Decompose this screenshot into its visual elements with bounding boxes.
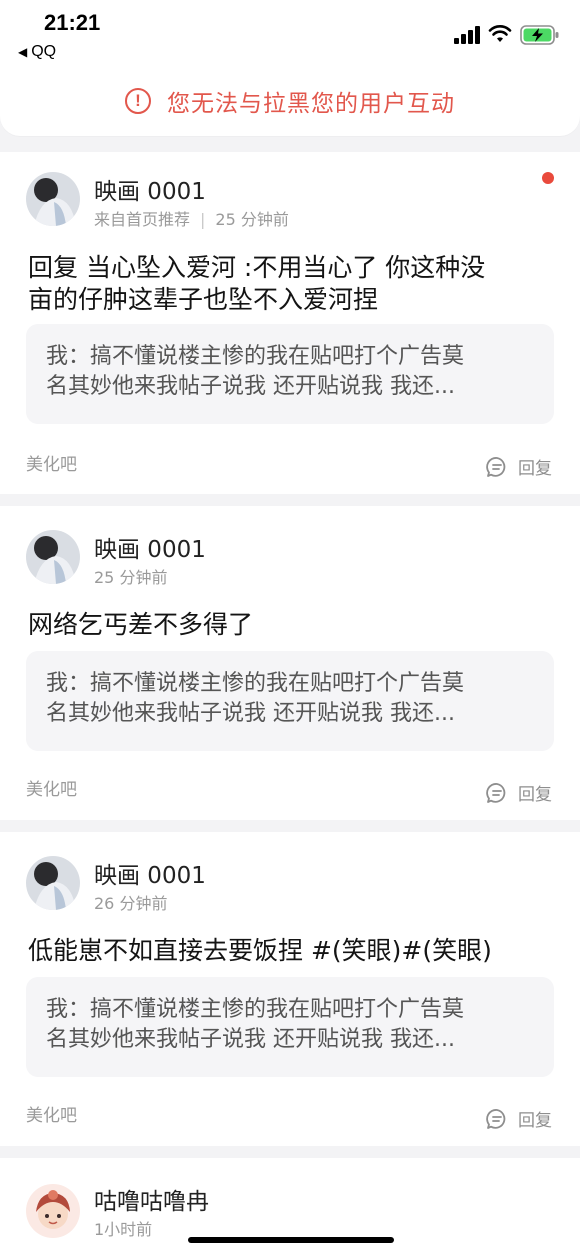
reply-button[interactable]: 回复	[486, 454, 552, 479]
forum-name[interactable]: 美化吧	[26, 1101, 77, 1126]
comment-icon	[486, 1108, 506, 1129]
blocked-user-notice: ! 您无法与拉黑您的用户互动	[0, 66, 580, 136]
notice-text: 您无法与拉黑您的用户互动	[167, 91, 455, 117]
reply-content[interactable]: 回复 当心坠入爱河 :不用当心了 你这种没 亩的仔肿这辈子也坠不入爱河捏	[28, 252, 554, 316]
username[interactable]: 映画 0001	[94, 530, 206, 564]
quote-line: 我：搞不懂说楼主惨的我在贴吧打个广告莫	[46, 997, 465, 1022]
source-label: 来自首页推荐	[94, 210, 191, 229]
timestamp: 25 分钟前	[94, 568, 168, 587]
forum-name[interactable]: 美化吧	[26, 450, 77, 475]
avatar[interactable]	[26, 172, 80, 226]
username[interactable]: 咕噜咕噜冉	[94, 1182, 209, 1216]
post-meta: 25 分钟前	[94, 564, 167, 588]
status-bar: 21:21 ◀ QQ	[0, 0, 580, 70]
timestamp: 26 分钟前	[94, 894, 168, 913]
reply-content[interactable]: 低能崽不如直接去要饭捏 #(笑眼)#(笑眼)	[28, 935, 554, 967]
cellular-signal-icon	[454, 26, 484, 44]
back-triangle-icon: ◀	[18, 45, 28, 59]
post-meta: 1小时前	[94, 1216, 152, 1240]
reply-content-line: 回复 当心坠入爱河 :不用当心了 你这种没	[28, 253, 486, 282]
unread-dot	[542, 172, 554, 184]
exclamation-circle-icon: !	[125, 88, 151, 114]
reply-button[interactable]: 回复	[486, 780, 552, 805]
timestamp: 25 分钟前	[215, 210, 289, 229]
quote-line: 名其妙他来我帖子说我 还开贴说我 我还...	[46, 701, 455, 726]
reply-content-line: 低能崽不如直接去要饭捏 #(笑眼)#(笑眼)	[28, 936, 492, 965]
back-app-label: QQ	[31, 43, 57, 60]
home-indicator[interactable]	[188, 1237, 394, 1243]
quoted-post[interactable]: 我：搞不懂说楼主惨的我在贴吧打个广告莫 名其妙他来我帖子说我 还开贴说我 我还.…	[26, 324, 554, 424]
quoted-post[interactable]: 我：搞不懂说楼主惨的我在贴吧打个广告莫 名其妙他来我帖子说我 还开贴说我 我还.…	[26, 651, 554, 751]
quote-line: 我：搞不懂说楼主惨的我在贴吧打个广告莫	[46, 671, 465, 696]
username[interactable]: 映画 0001	[94, 172, 206, 206]
meta-separator: |	[200, 210, 206, 229]
forum-name[interactable]: 美化吧	[26, 775, 77, 800]
quote-line: 我：搞不懂说楼主惨的我在贴吧打个广告莫	[46, 344, 465, 369]
back-to-app-button[interactable]: ◀ QQ	[18, 43, 56, 61]
comment-icon	[486, 782, 506, 803]
reply-content-line: 亩的仔肿这辈子也坠不入爱河捏	[28, 285, 379, 314]
reply-button[interactable]: 回复	[486, 1106, 552, 1131]
post-meta: 26 分钟前	[94, 890, 167, 914]
reply-card[interactable]: 映画 0001 25 分钟前 网络乞丐差不多得了 我：搞不懂说楼主惨的我在贴吧打…	[0, 506, 580, 820]
reply-label: 回复	[518, 459, 552, 479]
avatar[interactable]	[26, 856, 80, 910]
battery-charging-icon	[520, 25, 559, 45]
post-meta: 来自首页推荐 | 25 分钟前	[94, 206, 289, 230]
quote-line: 名其妙他来我帖子说我 还开贴说我 我还...	[46, 1027, 455, 1052]
timestamp: 1小时前	[94, 1220, 153, 1239]
reply-label: 回复	[518, 785, 552, 805]
reply-content[interactable]: 网络乞丐差不多得了	[28, 609, 554, 641]
wifi-icon	[488, 25, 512, 42]
reply-content-line: 网络乞丐差不多得了	[28, 610, 254, 639]
username[interactable]: 映画 0001	[94, 856, 206, 890]
reply-label: 回复	[518, 1111, 552, 1131]
status-time: 21:21	[44, 10, 101, 35]
avatar[interactable]	[26, 1184, 80, 1238]
reply-card[interactable]: 映画 0001 26 分钟前 低能崽不如直接去要饭捏 #(笑眼)#(笑眼) 我：…	[0, 832, 580, 1146]
comment-icon	[486, 456, 506, 477]
avatar[interactable]	[26, 530, 80, 584]
quoted-post[interactable]: 我：搞不懂说楼主惨的我在贴吧打个广告莫 名其妙他来我帖子说我 还开贴说我 我还.…	[26, 977, 554, 1077]
reply-card[interactable]: 映画 0001 来自首页推荐 | 25 分钟前 回复 当心坠入爱河 :不用当心了 你…	[0, 152, 580, 494]
quote-line: 名其妙他来我帖子说我 还开贴说我 我还...	[46, 374, 455, 399]
